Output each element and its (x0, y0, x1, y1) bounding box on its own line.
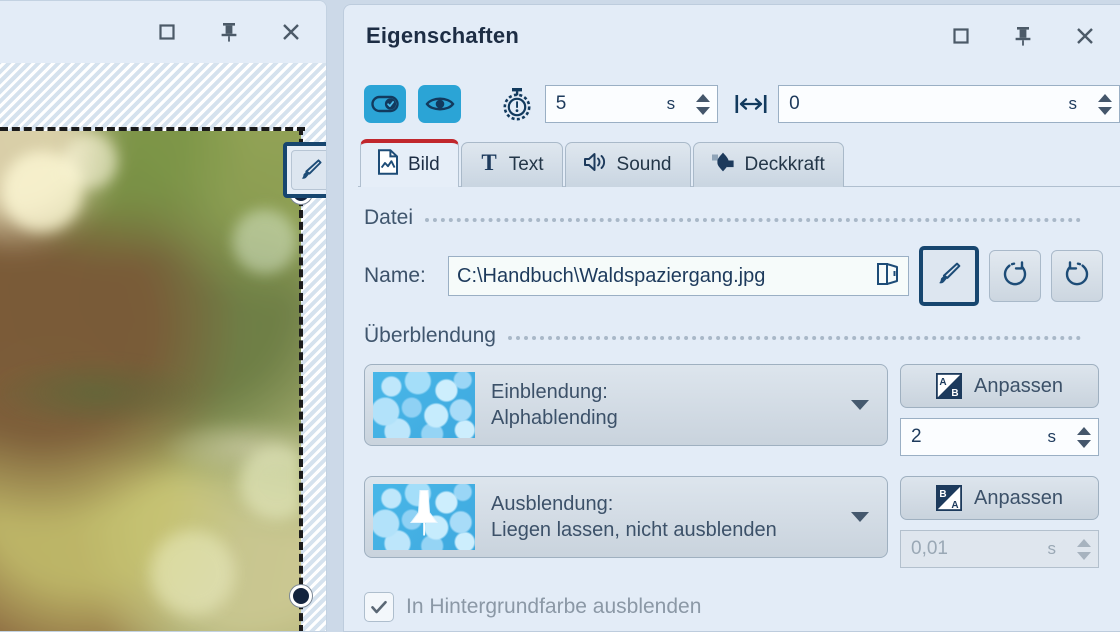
fade-out-dropdown[interactable]: Ausblendung: Liegen lassen, nicht ausble… (364, 476, 888, 558)
background-fade-label: In Hintergrundfarbe ausblenden (406, 595, 701, 619)
background-fade-checkbox-row: In Hintergrundfarbe ausblenden (364, 592, 1120, 622)
bubbles-thumbnail (373, 484, 475, 550)
fade-out-row: Ausblendung: Liegen lassen, nicht ausble… (364, 476, 1103, 568)
fade-out-duration-stepper (1070, 531, 1098, 567)
fade-in-value: Alphablending (491, 405, 618, 431)
ab-diagonal-icon: A B (936, 373, 962, 399)
fade-out-adjust-label: Anpassen (974, 487, 1063, 510)
chevron-down-icon[interactable] (851, 512, 869, 522)
properties-toolbar: 5 s 0 s (344, 77, 1120, 131)
fade-in-adjust-label: Anpassen (974, 375, 1063, 398)
delay-spinner[interactable]: 0 s (778, 85, 1120, 123)
slide-image[interactable] (0, 131, 301, 632)
square-icon[interactable] (948, 23, 974, 49)
svg-text:A: A (939, 377, 946, 388)
fade-out-duration-value: 0,01 (901, 538, 1048, 560)
tab-text[interactable]: T Text (461, 142, 563, 187)
duration-stepper[interactable] (689, 86, 717, 122)
tab-bild-label: Bild (408, 154, 440, 176)
speaker-icon (582, 150, 608, 180)
tab-bild[interactable]: Bild (360, 139, 459, 187)
file-name-row: Name: C:\Handbuch\Waldspaziergang.jpg (364, 246, 1103, 306)
duration-unit: s (667, 94, 690, 114)
fade-in-duration-unit: s (1048, 427, 1071, 447)
duration-spinner[interactable]: 5 s (545, 85, 718, 123)
tab-sound[interactable]: Sound (565, 142, 691, 187)
close-icon[interactable] (278, 19, 304, 45)
file-name-value[interactable]: C:\Handbuch\Waldspaziergang.jpg (457, 265, 876, 288)
open-folder-icon[interactable] (876, 261, 900, 292)
rotate-cw-icon (1062, 259, 1092, 294)
text-t-icon: T (478, 150, 500, 180)
file-name-label: Name: (364, 264, 438, 288)
preview-canvas[interactable] (0, 63, 327, 632)
arrows-horizontal-icon (734, 91, 768, 117)
fade-out-value: Liegen lassen, nicht ausblenden (491, 517, 777, 543)
background-fade-checkbox[interactable] (364, 592, 394, 622)
fade-out-adjust-button[interactable]: B A Anpassen (900, 476, 1099, 520)
preview-titlebar (0, 1, 326, 63)
rotate-ccw-icon (1000, 259, 1030, 294)
section-header-datei: Datei (364, 206, 1081, 230)
tab-content-bild: Datei Name: C:\Handbuch\Waldspaziergang.… (344, 188, 1120, 632)
fade-in-dropdown[interactable]: Einblendung: Alphablending (364, 364, 888, 446)
app-root: Eigenschaften (0, 0, 1120, 632)
file-name-input[interactable]: C:\Handbuch\Waldspaziergang.jpg (448, 256, 909, 296)
brush-icon (935, 260, 963, 293)
eye-icon[interactable] (418, 85, 460, 123)
delay-value[interactable]: 0 (779, 93, 1068, 115)
section-divider (508, 336, 1081, 340)
fade-in-duration-value[interactable]: 2 (901, 426, 1048, 448)
duration-value[interactable]: 5 (546, 93, 667, 115)
section-label-datei: Datei (364, 206, 413, 230)
rotate-right-button[interactable] (1051, 250, 1103, 302)
svg-text:B: B (939, 489, 946, 500)
fade-out-duration-unit: s (1048, 539, 1071, 559)
fade-out-label: Ausblendung: (491, 491, 777, 517)
tab-deckkraft[interactable]: Deckkraft (693, 142, 844, 187)
page-title: Eigenschaften (366, 23, 519, 49)
close-icon[interactable] (1072, 23, 1098, 49)
svg-text:B: B (951, 388, 958, 399)
fade-in-duration-stepper[interactable] (1070, 419, 1098, 455)
fade-in-row: Einblendung: Alphablending A (364, 364, 1103, 456)
image-file-icon (377, 149, 399, 181)
toggle-check-icon[interactable] (364, 85, 406, 123)
brush-icon (291, 150, 327, 190)
properties-titlebar: Eigenschaften (344, 5, 1120, 67)
section-divider (425, 218, 1081, 222)
delay-unit: s (1069, 94, 1092, 114)
tab-deckkraft-label: Deckkraft (745, 154, 825, 176)
preview-window (0, 0, 327, 632)
stopwatch-icon (501, 87, 533, 121)
properties-window: Eigenschaften (343, 4, 1120, 632)
tab-sound-label: Sound (617, 154, 672, 176)
floating-edit-image-button[interactable] (283, 142, 327, 198)
pin-icon (407, 489, 441, 546)
square-icon[interactable] (154, 19, 180, 45)
bubbles-thumbnail (373, 372, 475, 438)
selection-border-top (0, 127, 305, 131)
chevron-down-icon[interactable] (851, 400, 869, 410)
section-header-ueberblendung: Überblendung (364, 324, 1081, 348)
svg-text:A: A (951, 500, 958, 511)
opacity-icon (710, 150, 736, 180)
fade-in-adjust-button[interactable]: A B Anpassen (900, 364, 1099, 408)
delay-stepper[interactable] (1091, 86, 1119, 122)
rotate-left-button[interactable] (989, 250, 1041, 302)
fade-in-label: Einblendung: (491, 379, 618, 405)
tab-text-label: Text (509, 154, 544, 176)
edit-image-button[interactable] (919, 246, 979, 306)
section-label-ueberblendung: Überblendung (364, 324, 496, 348)
svg-text:T: T (481, 150, 496, 174)
pin-icon[interactable] (216, 19, 242, 45)
resize-handle-right[interactable] (290, 585, 312, 607)
fade-in-duration-spinner[interactable]: 2 s (900, 418, 1099, 456)
ba-diagonal-icon: B A (936, 485, 962, 511)
pin-icon[interactable] (1010, 23, 1036, 49)
fade-out-duration-spinner[interactable]: 0,01 s (900, 530, 1099, 568)
